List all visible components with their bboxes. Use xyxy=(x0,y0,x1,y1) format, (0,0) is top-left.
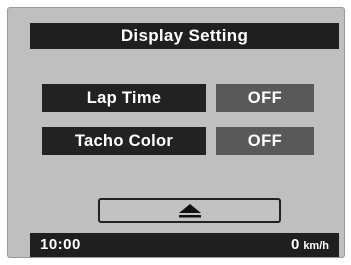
up-button[interactable] xyxy=(98,198,281,223)
page-title: Display Setting xyxy=(30,23,339,49)
clock-time: 10:00 xyxy=(40,236,81,253)
speed-readout: 0 km/h xyxy=(290,233,329,257)
up-triangle-icon xyxy=(178,204,201,218)
tacho-color-label[interactable]: Tacho Color xyxy=(42,127,206,155)
speed-value: 0 xyxy=(290,236,300,253)
lap-time-value[interactable]: OFF xyxy=(216,84,314,112)
display-screen: Display Setting Lap Time OFF Tacho Color… xyxy=(7,7,345,258)
lap-time-setting-row[interactable]: Lap Time OFF xyxy=(42,84,314,112)
tacho-color-value[interactable]: OFF xyxy=(216,127,314,155)
tacho-color-setting-row[interactable]: Tacho Color OFF xyxy=(42,127,314,155)
status-bar: 10:00 0 km/h xyxy=(30,233,339,257)
lap-time-label[interactable]: Lap Time xyxy=(42,84,206,112)
speed-unit: km/h xyxy=(303,240,329,252)
